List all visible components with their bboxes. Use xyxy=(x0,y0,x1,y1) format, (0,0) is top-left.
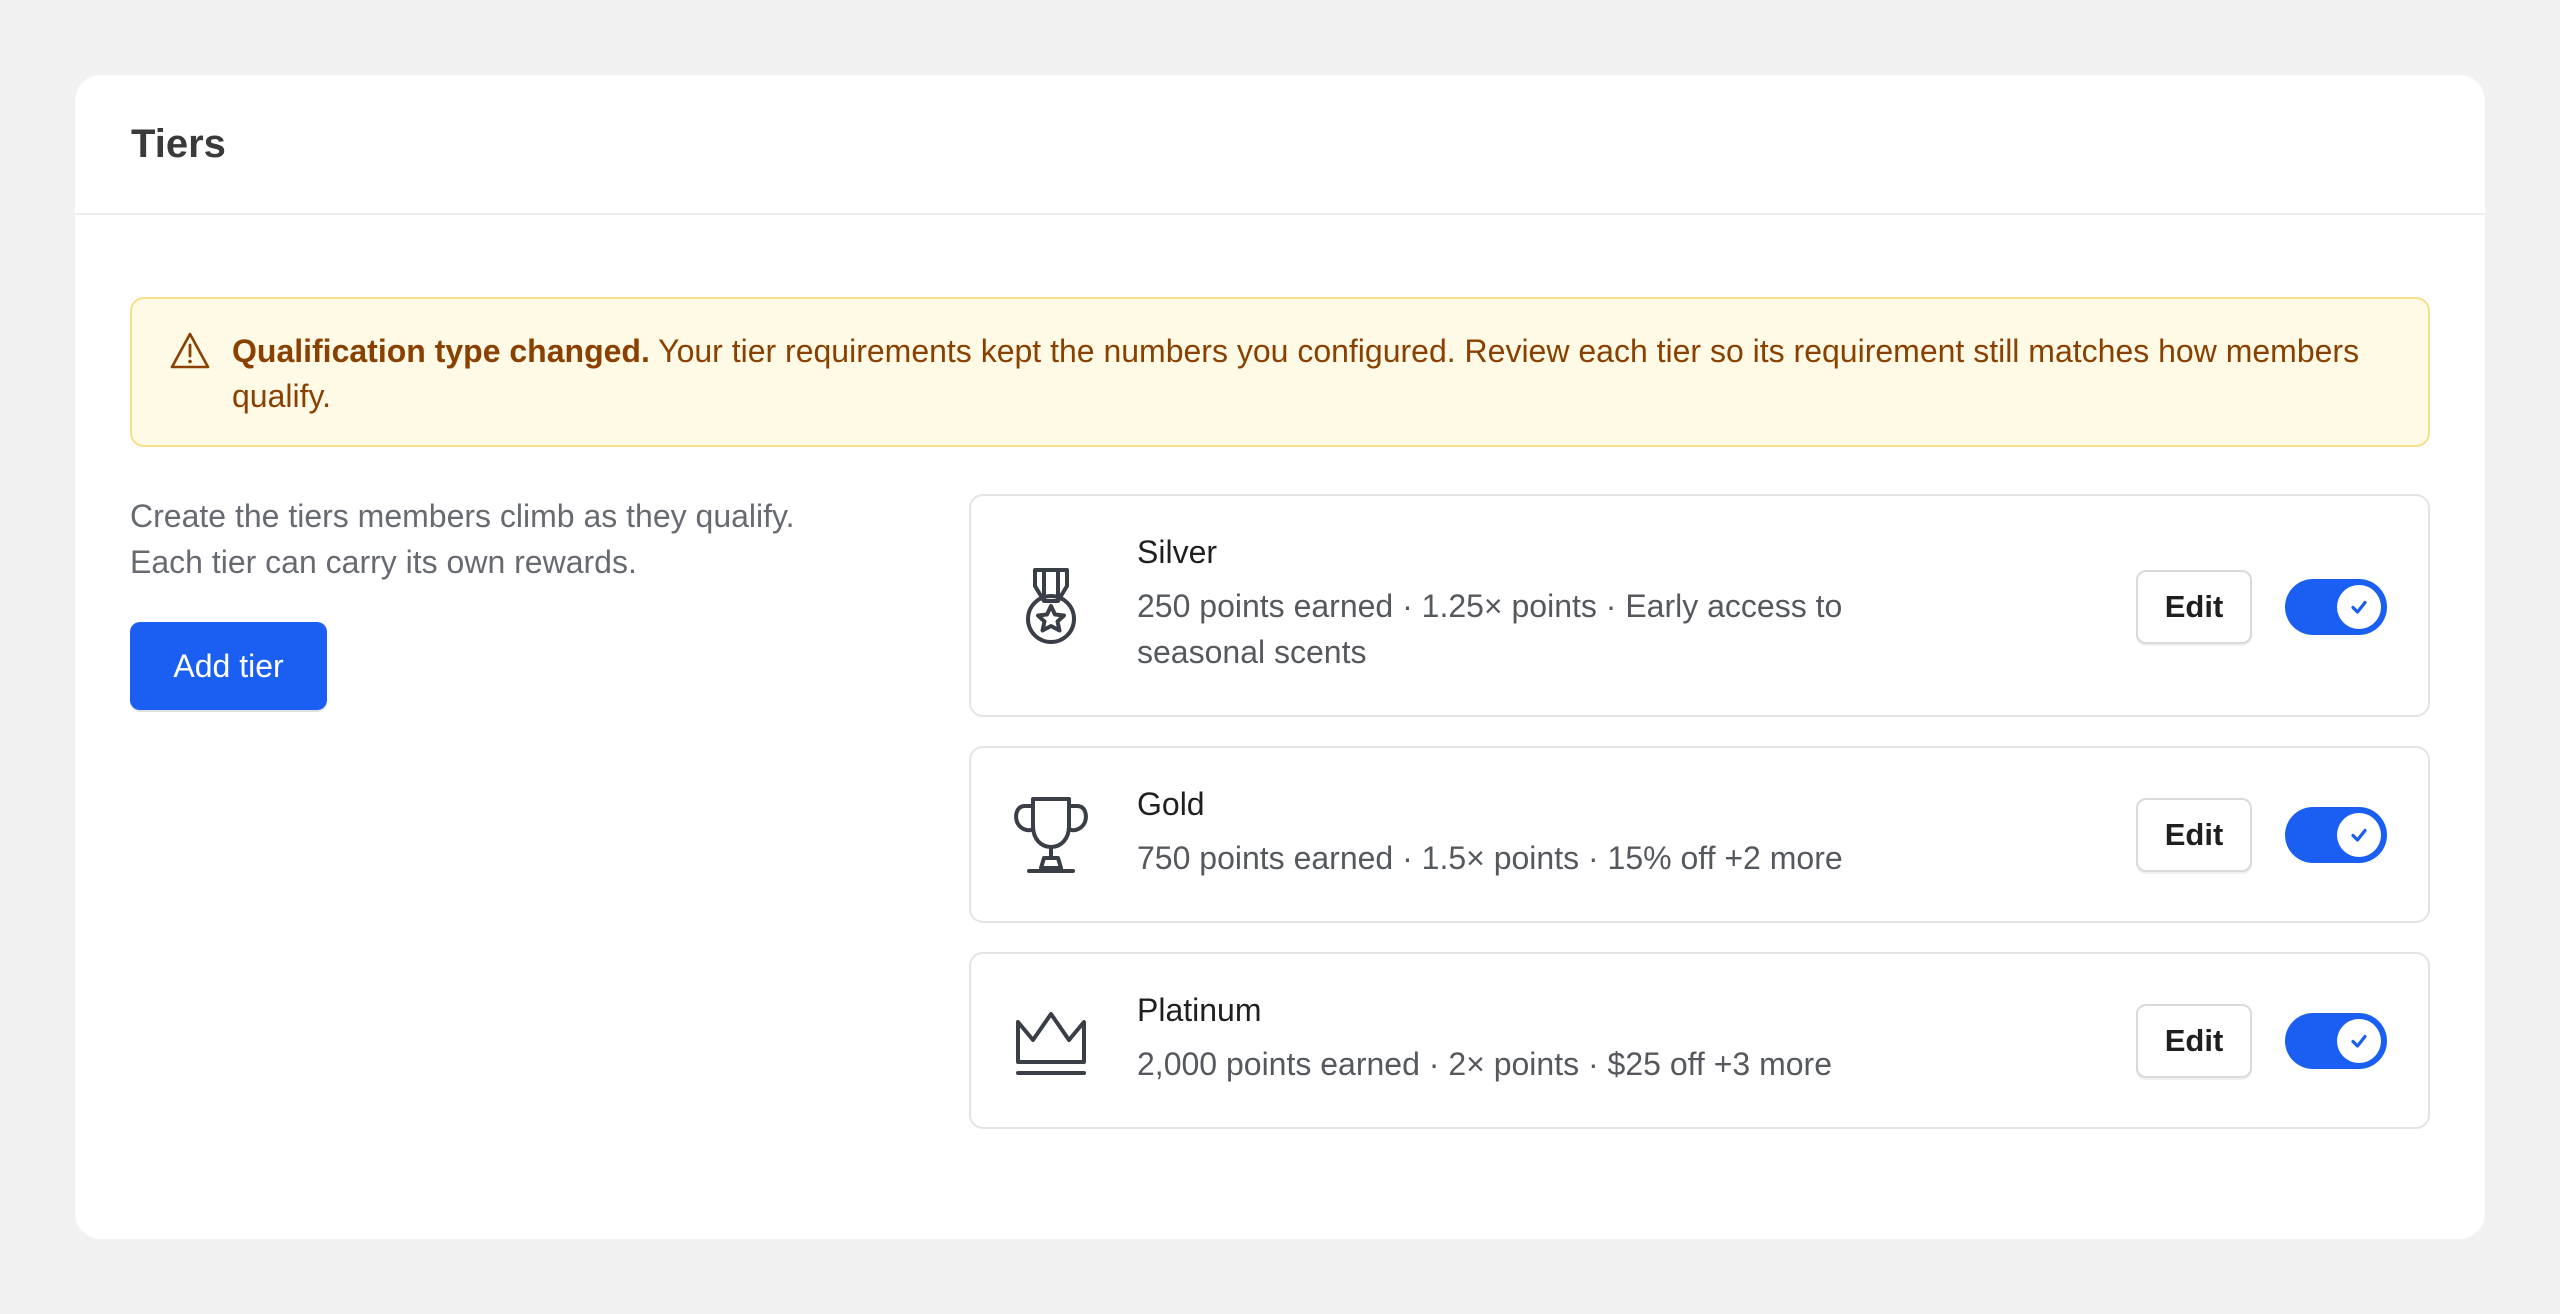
checkmark-icon xyxy=(2351,1034,2367,1048)
checkmark-icon xyxy=(2351,828,2367,842)
tier-card-silver: Silver 250 points earned · 1.25× points … xyxy=(969,494,2430,717)
toggle-knob xyxy=(2337,1019,2381,1063)
tier-enabled-toggle[interactable] xyxy=(2285,579,2387,635)
edit-button[interactable]: Edit xyxy=(2136,570,2252,644)
tier-card-gold: Gold 750 points earned · 1.5× points · 1… xyxy=(969,746,2430,923)
qualification-warning-banner: Qualification type changed. Your tier re… xyxy=(130,297,2430,447)
checkmark-icon xyxy=(2351,600,2367,614)
tier-enabled-toggle[interactable] xyxy=(2285,1013,2387,1069)
tiers-card: Tiers Qualification type changed. Your t… xyxy=(75,75,2485,1239)
intro-line-1: Create the tiers members climb as they q… xyxy=(130,498,795,534)
tier-name: Platinum xyxy=(1137,992,1262,1028)
toggle-knob xyxy=(2337,585,2381,629)
medal-icon xyxy=(1026,568,1076,644)
tier-enabled-toggle[interactable] xyxy=(2285,807,2387,863)
tier-card-platinum: Platinum 2,000 points earned · 2× points… xyxy=(969,952,2430,1129)
tier-description: 250 points earned · 1.25× points · Early… xyxy=(1137,588,1843,670)
edit-button[interactable]: Edit xyxy=(2136,1004,2252,1078)
page-title: Tiers xyxy=(131,121,226,166)
crown-icon xyxy=(1016,1012,1086,1075)
toggle-knob xyxy=(2337,813,2381,857)
banner-text: Qualification type changed. Your tier re… xyxy=(232,329,2388,445)
card-header: Tiers xyxy=(75,75,2485,215)
warning-triangle-icon xyxy=(170,332,210,369)
trophy-icon xyxy=(1014,797,1088,873)
intro-line-2: Each tier can carry its own rewards. xyxy=(130,544,637,580)
tier-name: Gold xyxy=(1137,786,1205,822)
add-tier-button[interactable]: Add tier xyxy=(130,622,327,710)
tier-name: Silver xyxy=(1137,534,1218,570)
intro-text: Create the tiers members climb as they q… xyxy=(130,493,910,585)
tier-description: 2,000 points earned · 2× points · $25 of… xyxy=(1137,1046,1832,1082)
edit-button[interactable]: Edit xyxy=(2136,798,2252,872)
tier-description: 750 points earned · 1.5× points · 15% of… xyxy=(1137,840,1843,876)
banner-title: Qualification type changed. xyxy=(232,333,650,369)
